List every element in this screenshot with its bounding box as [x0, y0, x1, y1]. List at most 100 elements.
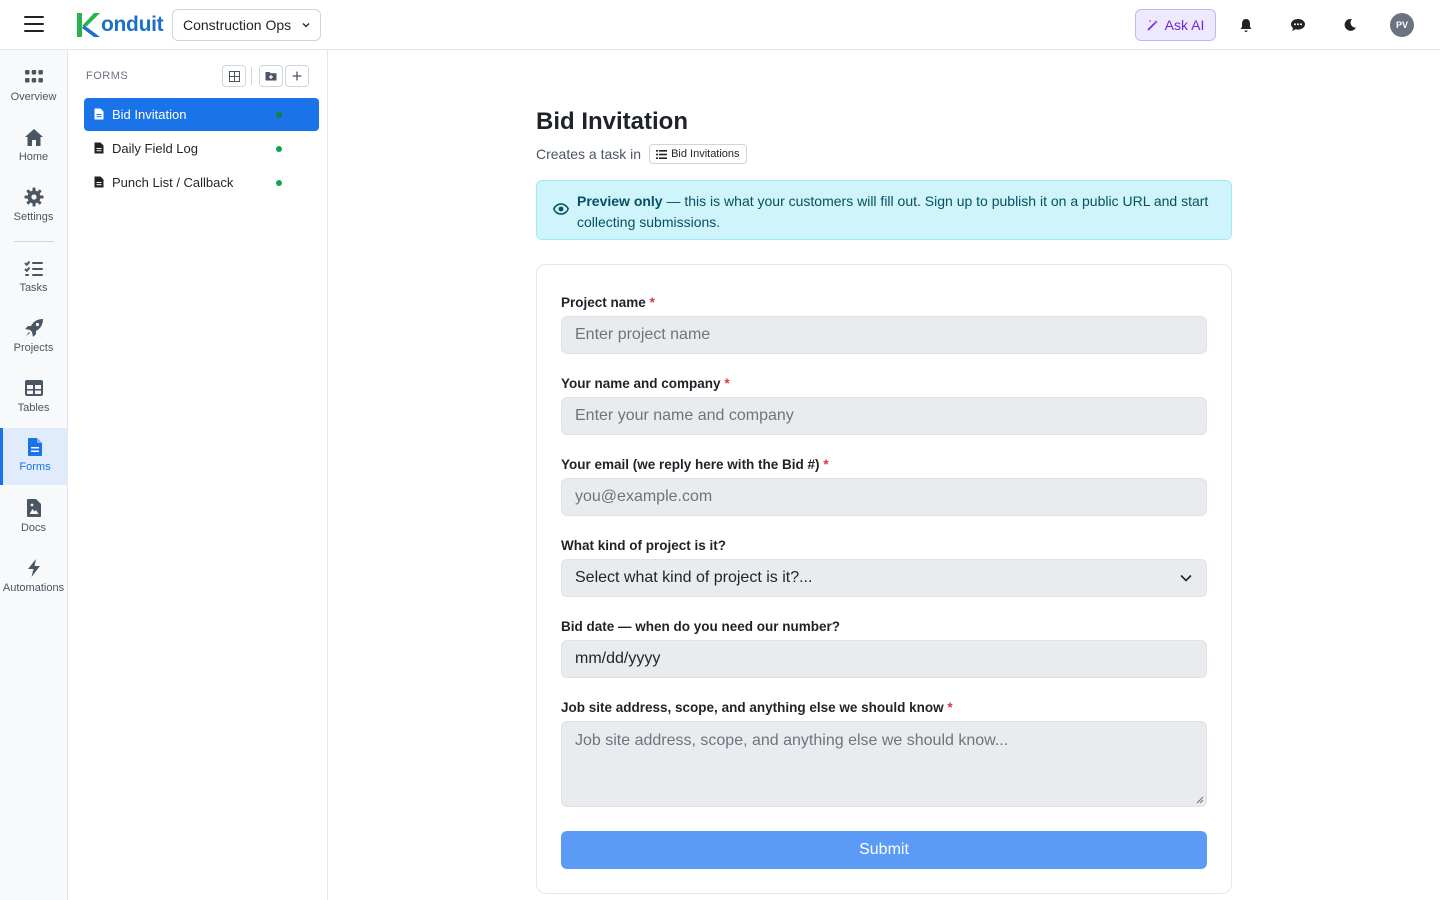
form-item-label: Punch List / Callback — [112, 175, 234, 190]
nav-item-tables[interactable]: Tables — [0, 369, 67, 427]
banner-bold-text: Preview only — [577, 193, 663, 209]
form-item-label: Bid Invitation — [112, 107, 187, 122]
form-item-label: Daily Field Log — [112, 141, 198, 156]
form-document-icon — [24, 436, 46, 458]
dark-mode-moon-icon[interactable] — [1340, 15, 1360, 35]
nav-item-settings[interactable]: Settings — [0, 178, 67, 236]
status-dot — [276, 112, 282, 118]
add-form-button[interactable] — [285, 65, 309, 87]
logo-k-mark-icon — [77, 13, 100, 37]
page-title: Bid Invitation — [536, 108, 688, 135]
status-dot — [276, 146, 282, 152]
chevron-down-icon — [1180, 574, 1192, 582]
ask-ai-label: Ask AI — [1164, 17, 1205, 33]
rocket-icon — [23, 317, 45, 339]
field-label-project-name: Project name * — [561, 295, 655, 310]
chat-bubble-icon[interactable] — [1288, 15, 1308, 35]
field-label-text: Job site address, scope, and anything el… — [561, 700, 944, 715]
field-label-email: Your email (we reply here with the Bid #… — [561, 457, 829, 472]
creates-task-text: Creates a task in — [536, 146, 642, 162]
plus-icon — [292, 71, 302, 81]
top-bar: onduit Construction Ops Ask AI PV — [0, 0, 1440, 50]
field-label-job-site: Job site address, scope, and anything el… — [561, 700, 953, 715]
required-marker: * — [649, 295, 655, 310]
nav-label: Settings — [13, 211, 54, 223]
user-avatar[interactable]: PV — [1390, 13, 1414, 37]
new-folder-button[interactable] — [259, 65, 283, 87]
chevron-down-icon — [302, 23, 310, 28]
nav-label: Projects — [13, 342, 54, 354]
table-icon — [23, 377, 45, 399]
nav-label: Tables — [17, 402, 50, 414]
document-icon — [94, 108, 104, 120]
required-marker: * — [947, 700, 953, 715]
left-navigation: Overview Home Settings Tasks Projects Ta… — [0, 50, 68, 900]
bid-date-input[interactable]: mm/dd/yyyy — [561, 640, 1207, 678]
project-name-input[interactable]: Enter project name — [561, 316, 1207, 354]
docs-icon — [23, 497, 45, 519]
forms-panel: FORMS Bid Invitation Daily Field Log Pun… — [68, 50, 328, 900]
nav-label: Automations — [2, 582, 65, 594]
bell-icon[interactable] — [1236, 15, 1256, 35]
grid-view-icon — [228, 70, 240, 82]
input-placeholder: Enter your name and company — [575, 407, 794, 424]
main-content: Bid Invitation Creates a task in Bid Inv… — [328, 50, 1440, 900]
document-icon — [94, 176, 104, 188]
field-label-text: Project name — [561, 295, 646, 310]
nav-divider — [14, 241, 54, 242]
date-placeholder: mm/dd/yyyy — [575, 650, 661, 667]
form-card: Project name * Enter project name Your n… — [536, 264, 1232, 894]
field-label-text: Your name and company — [561, 376, 721, 391]
field-label-bid-date: Bid date — when do you need our number? — [561, 619, 840, 634]
logo-text: onduit — [101, 13, 164, 36]
required-marker: * — [823, 457, 829, 472]
gear-icon — [23, 186, 45, 208]
nav-label: Tasks — [19, 282, 48, 294]
nav-item-tasks[interactable]: Tasks — [0, 249, 67, 307]
lightning-icon — [23, 557, 45, 579]
home-icon — [23, 126, 45, 148]
form-item-bid-invitation[interactable]: Bid Invitation — [84, 98, 319, 131]
name-company-input[interactable]: Enter your name and company — [561, 397, 1207, 435]
list-icon — [656, 149, 668, 159]
grid-dots-icon — [23, 66, 45, 88]
nav-item-docs[interactable]: Docs — [0, 489, 67, 547]
input-placeholder: you@example.com — [575, 488, 713, 505]
hamburger-menu-icon[interactable] — [24, 16, 44, 34]
banner-text: — this is what your customers will fill … — [577, 193, 1209, 230]
creates-task-line: Creates a task in Bid Invitations — [536, 144, 747, 164]
nav-item-forms[interactable]: Forms — [0, 428, 67, 485]
field-label-name-company: Your name and company * — [561, 376, 730, 391]
task-table-chip-label: Bid Invitations — [671, 148, 740, 160]
submit-label: Submit — [859, 841, 909, 858]
required-marker: * — [724, 376, 730, 391]
document-icon — [94, 142, 104, 154]
job-site-textarea[interactable]: Job site address, scope, and anything el… — [561, 721, 1207, 807]
field-label-text: What kind of project is it? — [561, 538, 726, 553]
nav-label: Docs — [20, 522, 47, 534]
toolbar-divider — [251, 67, 252, 85]
field-label-text: Your email (we reply here with the Bid #… — [561, 457, 820, 472]
eye-icon — [553, 203, 569, 215]
grid-view-button[interactable] — [222, 65, 246, 87]
workspace-select[interactable]: Construction Ops — [172, 9, 321, 41]
konduit-logo[interactable]: onduit — [75, 10, 164, 40]
form-item-punch-list[interactable]: Punch List / Callback — [84, 166, 319, 199]
workspace-select-label: Construction Ops — [183, 17, 292, 33]
nav-item-overview[interactable]: Overview — [0, 58, 67, 116]
field-label-project-kind: What kind of project is it? — [561, 538, 726, 553]
submit-button[interactable]: Submit — [561, 831, 1207, 869]
nav-item-projects[interactable]: Projects — [0, 309, 67, 367]
ask-ai-button[interactable]: Ask AI — [1135, 9, 1216, 41]
tasks-list-icon — [23, 257, 45, 279]
status-dot — [276, 180, 282, 186]
project-kind-select[interactable]: Select what kind of project is it?... — [561, 559, 1207, 597]
folder-plus-icon — [265, 72, 277, 81]
field-label-text: Bid date — when do you need our number? — [561, 619, 841, 634]
nav-item-automations[interactable]: Automations — [0, 549, 67, 607]
nav-item-home[interactable]: Home — [0, 118, 67, 176]
email-input[interactable]: you@example.com — [561, 478, 1207, 516]
resize-handle-icon[interactable] — [1196, 796, 1204, 804]
task-table-chip[interactable]: Bid Invitations — [649, 144, 747, 164]
form-item-daily-field-log[interactable]: Daily Field Log — [84, 132, 319, 165]
